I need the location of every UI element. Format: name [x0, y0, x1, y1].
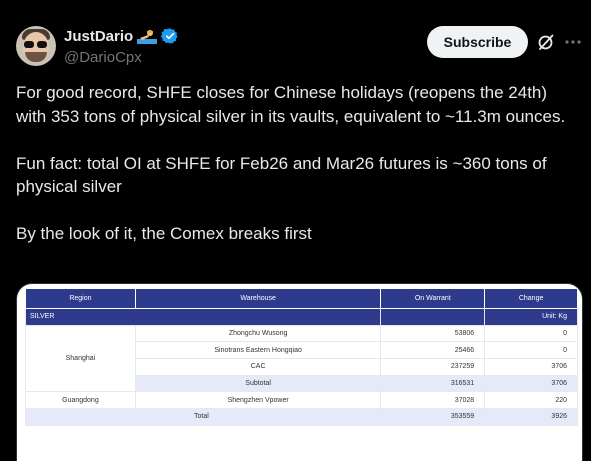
post-image[interactable]: Region Warehouse On Warrant Change SILVE…	[16, 283, 583, 461]
table-header-row: Region Warehouse On Warrant Change	[25, 288, 578, 309]
author-name-row: JustDario	[64, 27, 179, 45]
column-header: Warehouse	[134, 288, 382, 309]
avatar[interactable]	[16, 26, 56, 66]
author-display-name[interactable]: JustDario	[64, 28, 133, 45]
on-warrant-cell: 25466	[380, 341, 486, 360]
warehouse-cell: Zhongchu Wusong	[134, 324, 382, 343]
change-cell: 3706	[484, 358, 578, 376]
section-row: SILVER Unit: Kg	[24, 308, 578, 326]
change-cell: 220	[484, 391, 578, 410]
grok-icon[interactable]	[537, 33, 555, 51]
column-header: Region	[25, 288, 136, 309]
table-row: Guangdong Shengzhen Vpower 37028 220	[25, 391, 578, 410]
post-paragraph: Fun fact: total OI at SHFE for Feb26 and…	[16, 153, 547, 197]
on-warrant-cell: 237259	[380, 358, 486, 376]
subscribe-button[interactable]: Subscribe	[427, 26, 528, 58]
warehouse-cell: CAC	[134, 358, 382, 376]
change-cell: 0	[484, 341, 578, 360]
more-icon[interactable]	[564, 33, 582, 51]
author-handle[interactable]: @DarioCpx	[64, 49, 142, 66]
change-cell: 3706	[484, 374, 578, 393]
on-warrant-cell: 353559	[380, 408, 486, 426]
warehouse-table: Region Warehouse On Warrant Change SILVE…	[24, 288, 578, 426]
post: JustDario @DarioCpx Subscribe For good r…	[0, 0, 591, 461]
verified-badge-icon[interactable]	[161, 27, 179, 45]
total-row: Total 353559 3926	[24, 408, 578, 426]
total-label: Total	[24, 408, 382, 426]
warehouse-cell: Sinotrans Eastern Hongqiao	[134, 341, 382, 360]
change-cell: 0	[484, 324, 578, 343]
on-warrant-cell: 316531	[380, 374, 486, 393]
warehouse-cell: Shengzhen Vpower	[134, 391, 382, 410]
section-label: SILVER	[24, 308, 382, 326]
warehouse-cell: Subtotal	[134, 374, 382, 393]
on-warrant-cell: 53806	[380, 324, 486, 343]
on-warrant-cell: 37028	[380, 391, 486, 410]
post-text: For good record, SHFE closes for Chinese…	[16, 81, 576, 269]
post-paragraph: By the look of it, the Comex breaks firs…	[16, 224, 312, 243]
table-row: Shanghai Zhongchu Wusong 53806 0	[25, 324, 578, 393]
post-paragraph: For good record, SHFE closes for Chinese…	[16, 83, 566, 126]
region-cell: Guangdong	[25, 391, 136, 410]
unit-label: Unit: Kg	[484, 308, 578, 326]
region-cell: Shanghai	[25, 324, 136, 393]
swimmer-emoji-icon	[137, 30, 158, 44]
column-header: On Warrant	[380, 288, 486, 309]
column-header: Change	[484, 288, 578, 309]
change-cell: 3926	[484, 408, 578, 426]
